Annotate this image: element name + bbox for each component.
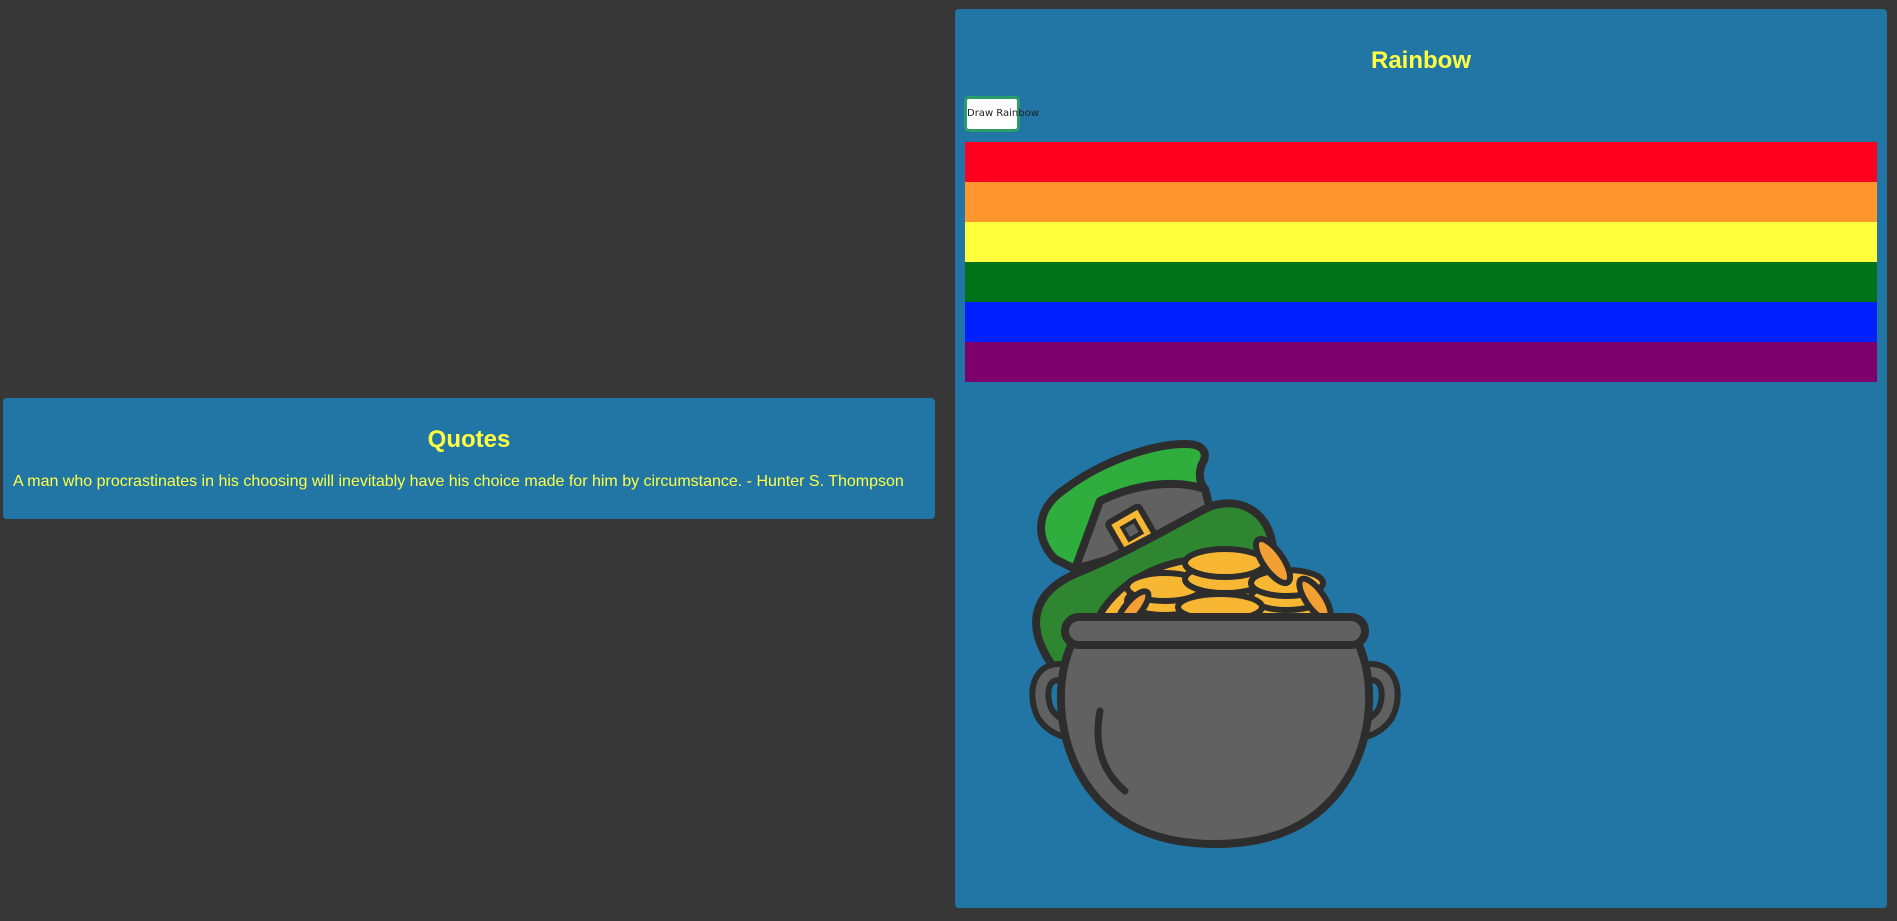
rainbow-title: Rainbow: [1371, 47, 1471, 74]
rainbow-stripe-blue: [965, 302, 1877, 342]
rainbow-stripe-green: [965, 262, 1877, 302]
rainbow-stripe-purple: [965, 342, 1877, 382]
quotes-title: Quotes: [427, 426, 511, 453]
rainbow-stripe-orange: [965, 182, 1877, 222]
rainbow-panel: Rainbow Draw Rainbow: [955, 9, 1887, 908]
quotes-panel: Quotes A man who procrastinates in his c…: [3, 398, 935, 519]
quote-text: A man who procrastinates in his choosing…: [13, 473, 904, 490]
rainbow-canvas: [965, 142, 1877, 382]
draw-rainbow-button[interactable]: Draw Rainbow: [964, 96, 1039, 132]
rainbow-stripe-yellow: [965, 222, 1877, 262]
pot-of-gold-icon: [1029, 440, 1401, 848]
rainbow-stripe-red: [965, 142, 1877, 182]
